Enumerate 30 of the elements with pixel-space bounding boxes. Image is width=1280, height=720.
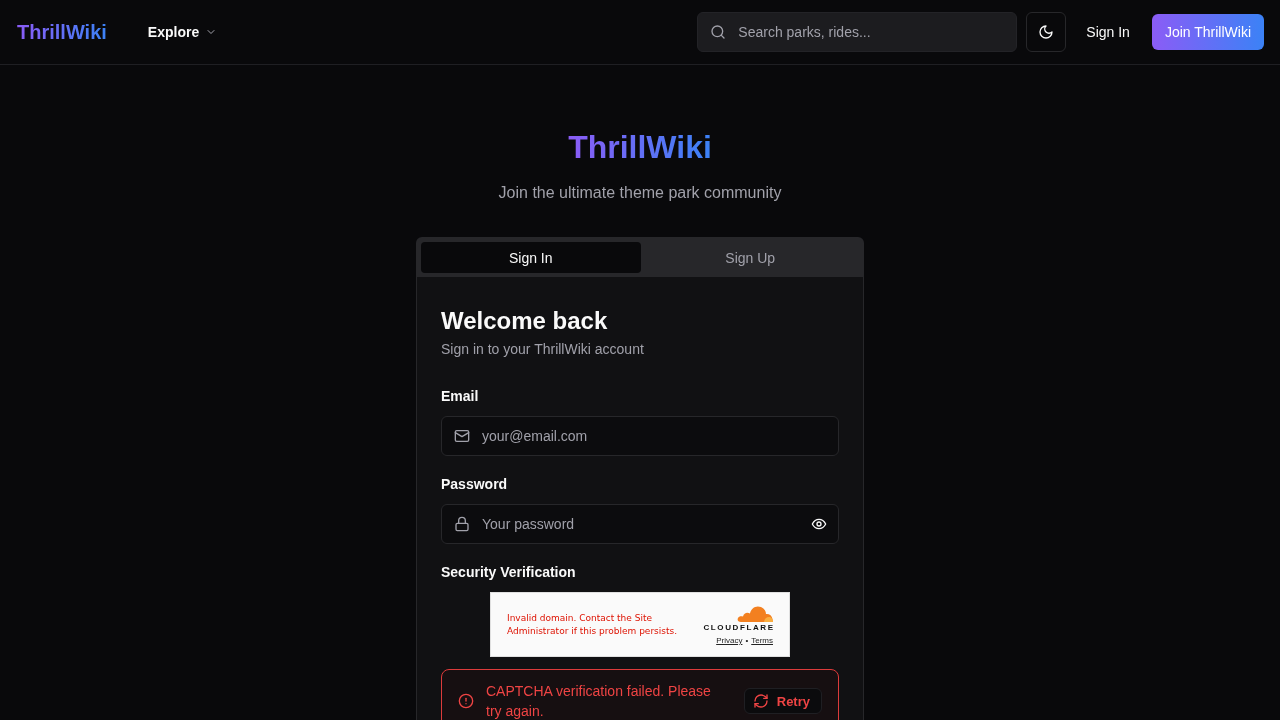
explore-menu[interactable]: Explore bbox=[135, 16, 230, 48]
terms-link[interactable]: Terms bbox=[751, 635, 773, 645]
field-label: Security Verification bbox=[441, 563, 577, 582]
field-label: Email bbox=[441, 387, 480, 406]
captcha-error-text: Invalid domain. Contact the Site Administrator if this problem persists. bbox=[507, 611, 679, 638]
email-field[interactable]: your@email.com bbox=[441, 416, 839, 456]
password-field[interactable]: Your password bbox=[441, 504, 839, 544]
refresh-icon bbox=[752, 693, 769, 709]
join-button[interactable]: Join ThrillWiki bbox=[1151, 14, 1264, 50]
privacy-link[interactable]: Privacy bbox=[716, 635, 743, 645]
eye-icon[interactable] bbox=[811, 516, 827, 532]
search-field[interactable]: Search parks, rides... bbox=[697, 12, 1018, 52]
card-subheading: Sign in to your ThrillWiki account bbox=[441, 340, 645, 359]
alert-circle-icon bbox=[458, 693, 474, 709]
field-label: Password bbox=[441, 475, 509, 494]
cloud-logo-icon bbox=[737, 604, 773, 622]
card-heading: Welcome back bbox=[441, 306, 609, 336]
theme-toggle-button[interactable] bbox=[1026, 12, 1067, 52]
link-separator: • bbox=[745, 635, 749, 645]
mail-icon bbox=[454, 428, 470, 444]
search-icon bbox=[710, 24, 727, 40]
sign-in-button[interactable]: Sign In bbox=[1074, 14, 1142, 50]
auth-tab[interactable]: Sign In bbox=[421, 242, 641, 273]
hero-subtitle: Join the ultimate theme park community bbox=[498, 183, 782, 203]
brand-wordmark: CLOUDFLARE bbox=[703, 622, 775, 632]
retry-button[interactable]: Retry bbox=[743, 688, 822, 714]
lock-icon bbox=[454, 516, 470, 532]
alert-message: CAPTCHA verification failed. Please try again. bbox=[486, 682, 712, 720]
auth-tab[interactable]: Sign Up bbox=[640, 242, 860, 273]
moon-icon bbox=[1038, 24, 1055, 40]
